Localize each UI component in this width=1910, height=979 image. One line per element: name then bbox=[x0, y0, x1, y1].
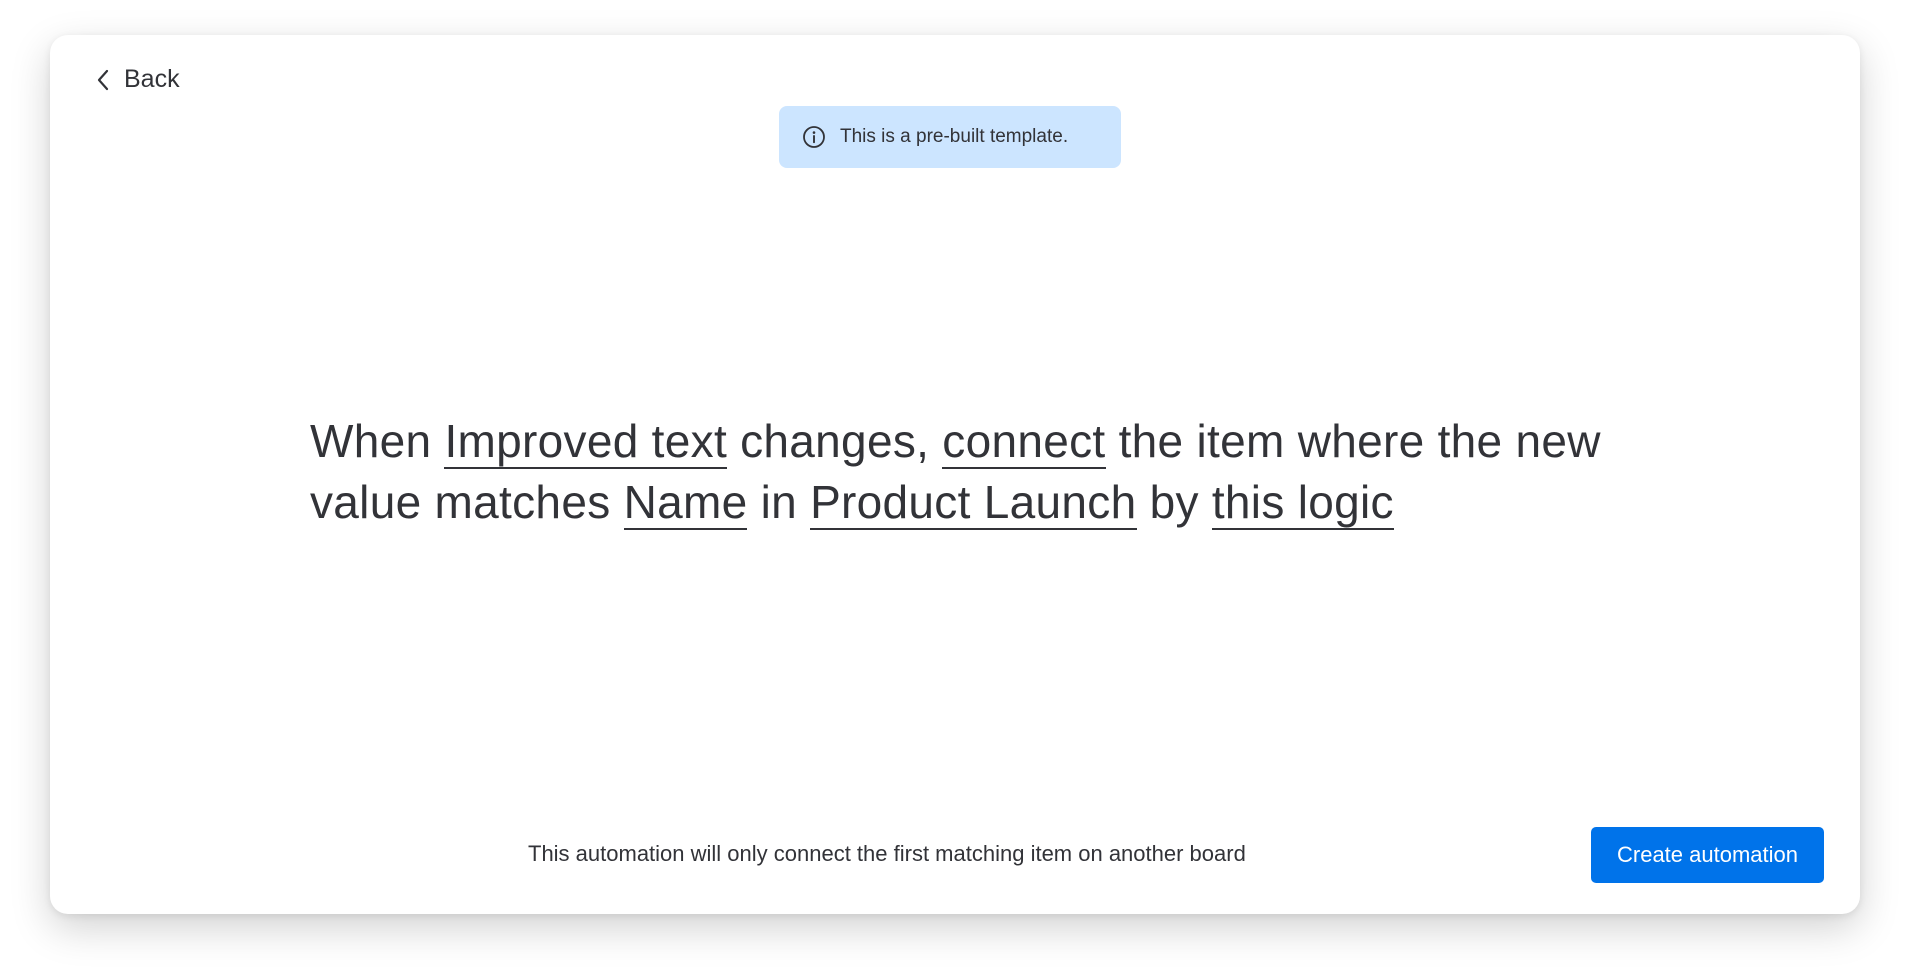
create-automation-button[interactable]: Create automation bbox=[1591, 827, 1824, 883]
automation-template-modal: Back This is a pre-built template. When … bbox=[50, 35, 1860, 914]
sentence-text: by bbox=[1136, 476, 1212, 528]
sentence-text: changes, bbox=[727, 415, 943, 467]
template-info-banner: This is a pre-built template. bbox=[779, 106, 1121, 168]
board-token[interactable]: Product Launch bbox=[810, 476, 1137, 530]
back-button[interactable]: Back bbox=[88, 59, 188, 100]
action-token[interactable]: connect bbox=[942, 415, 1106, 469]
sentence-text: When bbox=[310, 415, 445, 467]
sentence-text: in bbox=[747, 476, 811, 528]
info-icon bbox=[802, 125, 826, 149]
back-label: Back bbox=[124, 65, 180, 93]
automation-recipe-sentence: When Improved text changes, connect the … bbox=[310, 411, 1610, 533]
footer-note: This automation will only connect the fi… bbox=[528, 841, 1246, 866]
banner-text: This is a pre-built template. bbox=[840, 126, 1069, 147]
trigger-column-token[interactable]: Improved text bbox=[444, 415, 728, 469]
logic-token[interactable]: this logic bbox=[1211, 476, 1394, 530]
chevron-left-icon bbox=[96, 68, 110, 92]
match-column-token[interactable]: Name bbox=[623, 476, 748, 530]
